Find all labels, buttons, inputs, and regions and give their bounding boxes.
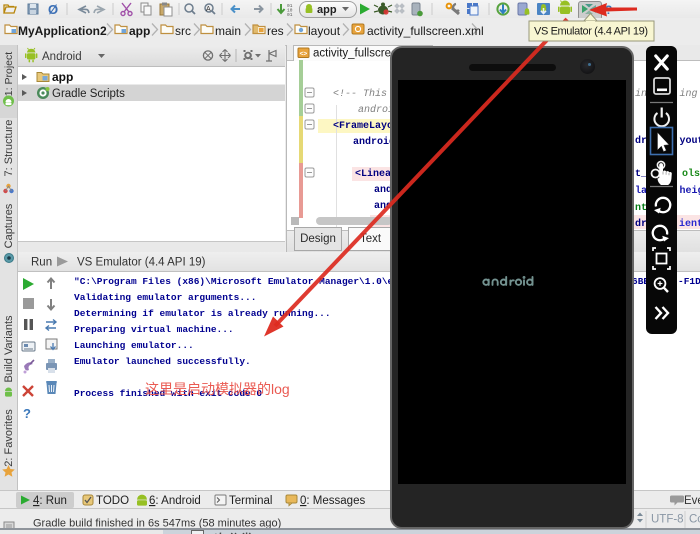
- svg-text:Co: Co: [689, 514, 700, 526]
- svg-text:UTF-8: UTF-8: [651, 514, 684, 526]
- svg-text:Android: Android: [42, 51, 82, 63]
- svg-text:Eve: Eve: [684, 495, 700, 507]
- svg-text:res: res: [267, 24, 284, 38]
- svg-text:activity_fullscreen.xml: activity_fullscreen.xml: [367, 24, 484, 38]
- svg-text:app: app: [129, 24, 150, 38]
- svg-text:<>: <>: [300, 51, 308, 58]
- svg-text:src: src: [175, 24, 191, 38]
- svg-text:Terminal: Terminal: [229, 495, 272, 507]
- svg-text:Run: Run: [31, 257, 52, 269]
- svg-text:MyApplication2: MyApplication2: [18, 24, 107, 38]
- svg-text:layout: layout: [308, 24, 341, 38]
- svg-text:main: main: [215, 24, 241, 38]
- svg-text:app: app: [52, 70, 73, 84]
- svg-text:?: ?: [23, 406, 31, 421]
- svg-text:VS Emulator (4.4 API 19): VS Emulator (4.4 API 19): [77, 257, 206, 269]
- svg-text:4: Run: 4: Run: [33, 495, 67, 507]
- svg-text:6: Android: 6: Android: [149, 495, 201, 507]
- svg-text:Gradle Scripts: Gradle Scripts: [52, 88, 125, 100]
- svg-text:?: ?: [605, 3, 612, 17]
- svg-text:TODO: TODO: [96, 495, 129, 507]
- svg-text:0: Messages: 0: Messages: [300, 495, 365, 507]
